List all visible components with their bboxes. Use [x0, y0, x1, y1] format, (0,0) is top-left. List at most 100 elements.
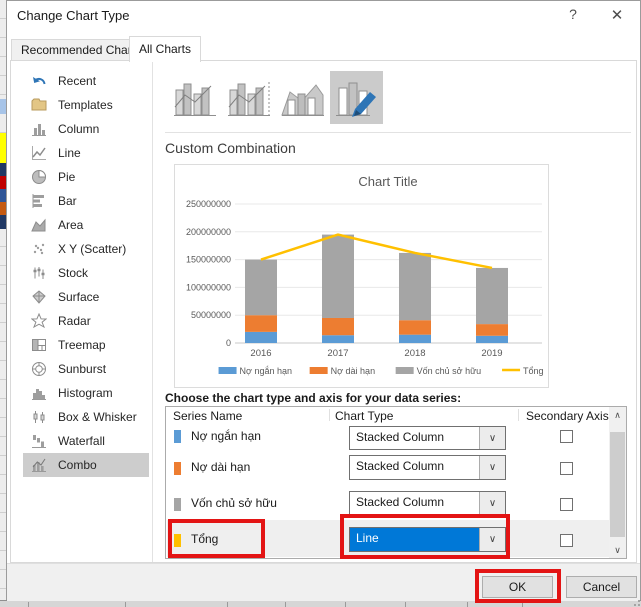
column-divider [518, 409, 519, 421]
worksheet-gridline [285, 602, 286, 607]
column-header-chart-type: Chart Type [335, 409, 393, 423]
sidebar-item-area[interactable]: Area [23, 213, 149, 237]
chart-type-value: Stacked Column [350, 456, 479, 479]
excel-worksheet-bottom-edge [0, 600, 641, 607]
sidebar-item-label: Radar [58, 314, 91, 328]
series-name-label: Nợ ngắn hạn [191, 429, 261, 443]
sidebar-item-label: Histogram [58, 386, 113, 400]
svg-text:Chart Title: Chart Title [358, 174, 417, 189]
stock-icon [31, 265, 47, 281]
area-icon [31, 217, 47, 233]
svg-text:250000000: 250000000 [186, 199, 231, 209]
svg-text:100000000: 100000000 [186, 282, 231, 292]
secondary-axis-checkbox[interactable] [560, 534, 573, 547]
preview-chart: Chart Title05000000010000000015000000020… [175, 165, 548, 387]
dialog-footer: OK Cancel [7, 563, 640, 601]
svg-text:0: 0 [226, 338, 231, 348]
sidebar-item-recent[interactable]: Recent [23, 69, 149, 93]
sidebar-item-box-whisker[interactable]: Box & Whisker [23, 405, 149, 429]
sidebar-item-pie[interactable]: Pie [23, 165, 149, 189]
sidebar-item-surface[interactable]: Surface [23, 285, 149, 309]
chevron-down-icon[interactable]: ∨ [479, 427, 505, 449]
sidebar-item-label: Area [58, 218, 83, 232]
series-name-label: Vốn chủ sở hữu [191, 496, 277, 510]
sidebar-item-label: Pie [58, 170, 75, 184]
surface-icon [31, 289, 47, 305]
chevron-down-icon[interactable]: ∨ [479, 492, 505, 515]
chart-preview: Chart Title05000000010000000015000000020… [174, 164, 549, 388]
worksheet-gridline [467, 602, 468, 607]
svg-text:2019: 2019 [481, 348, 502, 359]
svg-text:200000000: 200000000 [186, 227, 231, 237]
box-whisker-icon [31, 409, 47, 425]
series-prompt: Choose the chart type and axis for your … [165, 391, 461, 405]
chart-type-sidebar: RecentTemplates Column Line Pie Bar Area X Y (… [11, 69, 152, 477]
scatter-icon [31, 241, 47, 257]
worksheet-gridline [522, 602, 523, 607]
chart-type-dropdown[interactable]: Stacked Column∨ [349, 455, 506, 480]
svg-text:Vốn chủ sở hữu: Vốn chủ sở hữu [417, 366, 481, 376]
treemap-icon [31, 337, 47, 353]
sidebar-item-treemap[interactable]: Treemap [23, 333, 149, 357]
sidebar-item-bar[interactable]: Bar [23, 189, 149, 213]
secondary-axis-checkbox[interactable] [560, 498, 573, 511]
worksheet-gridline [405, 602, 406, 607]
close-icon[interactable]: ✕ [602, 6, 632, 24]
table-scrollbar[interactable]: ∧∨ [609, 407, 626, 558]
chart-type-dropdown[interactable]: Stacked Column∨ [349, 426, 506, 450]
sidebar-item-label: X Y (Scatter) [58, 242, 126, 256]
secondary-axis-checkbox[interactable] [560, 430, 573, 443]
sidebar-item-label: Surface [58, 290, 99, 304]
svg-text:2016: 2016 [250, 348, 271, 359]
chart-type-dropdown[interactable]: Stacked Column∨ [349, 491, 506, 516]
sidebar-item-x-y-scatter[interactable]: X Y (Scatter) [23, 237, 149, 261]
sidebar-item-stock[interactable]: Stock [23, 261, 149, 285]
sidebar-item-label: Line [58, 146, 81, 160]
sidebar-item-label: Box & Whisker [58, 410, 137, 424]
combo-variant-clustered-column-line-on-secondary-axis[interactable] [222, 71, 275, 124]
chart-type-dropdown[interactable]: Line∨ [349, 527, 506, 552]
cancel-button[interactable]: Cancel [566, 576, 637, 598]
sidebar-item-line[interactable]: Line [23, 141, 149, 165]
svg-text:2017: 2017 [327, 348, 348, 359]
sidebar-item-histogram[interactable]: Histogram [23, 381, 149, 405]
recent-icon [31, 73, 47, 89]
combo-variant-stacked-area-clustered-column[interactable] [276, 71, 329, 124]
line-icon [31, 145, 47, 161]
sidebar-item-templates[interactable]: Templates [23, 93, 149, 117]
variant-divider [165, 132, 631, 133]
sidebar-divider [152, 61, 153, 562]
sidebar-item-label: Stock [58, 266, 88, 280]
help-icon[interactable]: ? [558, 6, 588, 22]
scroll-down-icon[interactable]: ∨ [609, 542, 626, 558]
tab-all-charts[interactable]: All Charts [129, 36, 201, 62]
resize-grip[interactable] [634, 596, 636, 598]
combo-variant-clustered-column-line[interactable] [168, 71, 221, 124]
column-header-series-name: Series Name [173, 409, 242, 423]
sidebar-item-column[interactable]: Column [23, 117, 149, 141]
sidebar-item-radar[interactable]: Radar [23, 309, 149, 333]
chevron-down-icon[interactable]: ∨ [479, 456, 505, 479]
worksheet-gridline [227, 602, 228, 607]
chevron-down-icon[interactable]: ∨ [479, 528, 505, 551]
secondary-axis-checkbox[interactable] [560, 462, 573, 475]
section-heading: Custom Combination [165, 140, 296, 156]
sidebar-item-label: Waterfall [58, 434, 105, 448]
dialog-title: Change Chart Type [17, 8, 130, 23]
combo-variant-custom-combination[interactable] [330, 71, 383, 124]
bar-icon [31, 193, 47, 209]
radar-icon [31, 313, 47, 329]
sidebar-item-label: Sunburst [58, 362, 106, 376]
sidebar-item-combo[interactable]: Combo [23, 453, 149, 477]
sidebar-item-waterfall[interactable]: Waterfall [23, 429, 149, 453]
scrollbar-thumb[interactable] [610, 432, 625, 537]
series-color-swatch [174, 498, 181, 511]
change-chart-type-dialog: Change Chart Type ? ✕ Recommended Charts… [6, 0, 641, 600]
sidebar-item-label: Column [58, 122, 99, 136]
series-color-swatch [174, 534, 181, 547]
sidebar-item-label: Treemap [58, 338, 106, 352]
ok-button[interactable]: OK [482, 576, 553, 598]
sidebar-item-sunburst[interactable]: Sunburst [23, 357, 149, 381]
scroll-up-icon[interactable]: ∧ [609, 407, 626, 423]
sunburst-icon [31, 361, 47, 377]
